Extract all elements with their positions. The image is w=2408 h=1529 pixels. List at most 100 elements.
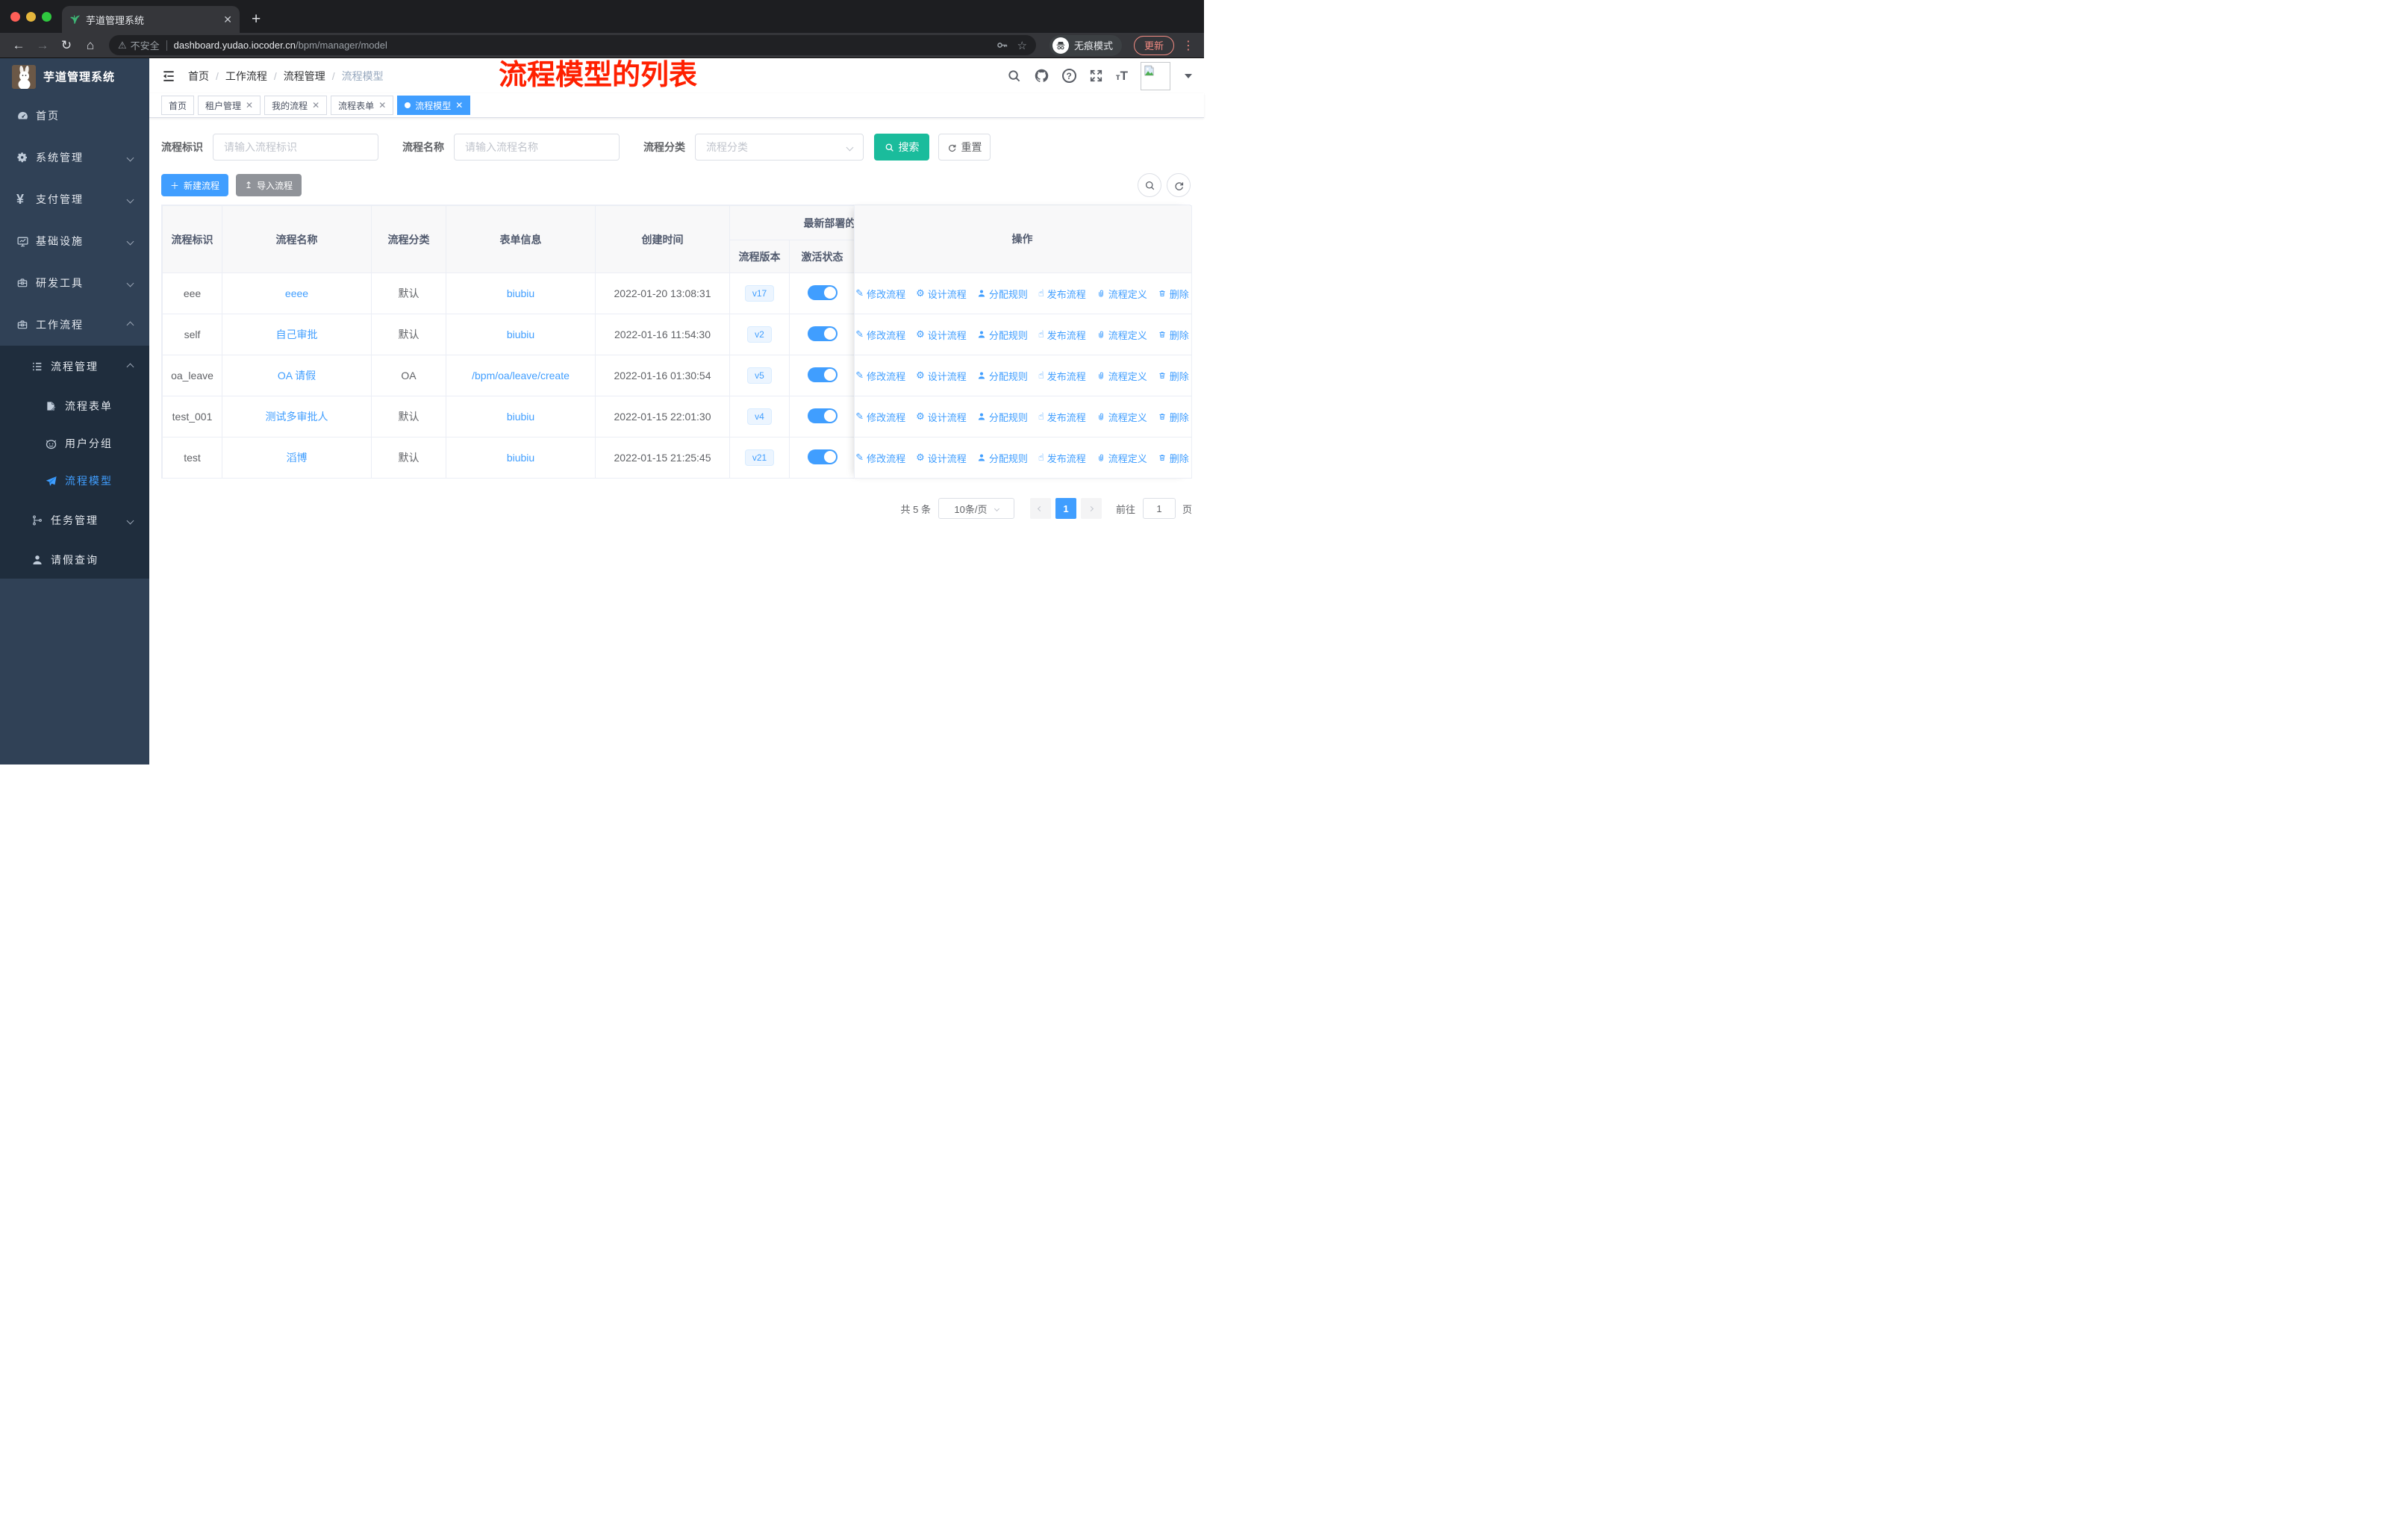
version-tag[interactable]: v4 [747,408,772,425]
close-window-button[interactable] [10,11,20,22]
goto-page-input[interactable] [1142,498,1176,519]
sidebar-item-user-group[interactable]: 用户分组 [0,425,149,462]
tag-process-model[interactable]: 流程模型 ✕ [397,96,471,115]
version-tag[interactable]: v17 [744,285,775,302]
design-process-link[interactable]: ⚙ 设计流程 [916,410,967,424]
edit-process-link[interactable]: ✎ 修改流程 [855,328,905,342]
active-toggle[interactable] [807,408,838,423]
search-icon[interactable] [1007,69,1021,83]
filter-name-input[interactable] [454,134,620,161]
breadcrumb-process-management[interactable]: 流程管理 [284,69,325,84]
publish-process-link[interactable]: ☝ 发布流程 [1038,287,1086,301]
refresh-table-button[interactable] [1167,173,1191,197]
design-process-link[interactable]: ⚙ 设计流程 [916,451,967,465]
breadcrumb-workflow[interactable]: 工作流程 [225,69,267,84]
process-definition-link[interactable]: 流程定义 [1097,287,1147,301]
process-definition-link[interactable]: 流程定义 [1097,328,1147,342]
form-info-link[interactable]: biubiu [507,452,534,464]
reset-button[interactable]: 重置 [938,134,991,161]
edit-process-link[interactable]: ✎ 修改流程 [855,451,905,465]
bookmark-star-icon[interactable]: ☆ [1017,39,1027,52]
tag-close-icon[interactable]: ✕ [378,100,386,110]
delete-link[interactable]: 删除 [1158,328,1189,342]
process-name-link[interactable]: eeee [285,287,308,299]
publish-process-link[interactable]: ☝ 发布流程 [1038,328,1086,342]
edit-process-link[interactable]: ✎ 修改流程 [855,287,905,301]
address-bar[interactable]: ⚠ 不安全 dashboard.yudao.iocoder.cn/bpm/man… [109,35,1036,55]
tag-home[interactable]: 首页 [161,96,195,115]
reload-icon[interactable]: ↻ [57,38,76,53]
form-info-link[interactable]: biubiu [507,411,534,423]
fullscreen-icon[interactable] [1089,69,1103,83]
assign-rule-link[interactable]: 分配规则 [977,287,1028,301]
tag-close-icon[interactable]: ✕ [312,100,319,110]
page-size-select[interactable]: 10条/页 [938,498,1014,519]
search-button[interactable]: 搜索 [874,134,929,161]
filter-category-select[interactable]: 流程分类 [695,134,864,161]
tab-close-icon[interactable]: ✕ [223,13,232,26]
edit-process-link[interactable]: ✎ 修改流程 [855,410,905,424]
sidebar-collapse-icon[interactable] [161,69,176,84]
design-process-link[interactable]: ⚙ 设计流程 [916,287,967,301]
form-info-link[interactable]: biubiu [507,287,534,299]
publish-process-link[interactable]: ☝ 发布流程 [1038,410,1086,424]
publish-process-link[interactable]: ☝ 发布流程 [1038,369,1086,383]
new-tab-button[interactable]: + [252,10,261,28]
assign-rule-link[interactable]: 分配规则 [977,369,1028,383]
import-process-button[interactable]: ↥ 导入流程 [236,174,302,196]
browser-tab[interactable]: 芋道管理系统 ✕ [62,6,240,33]
delete-link[interactable]: 删除 [1158,410,1189,424]
delete-link[interactable]: 删除 [1158,451,1189,465]
sidebar-item-infrastructure[interactable]: 基础设施 [0,220,149,262]
home-icon[interactable]: ⌂ [81,38,100,53]
assign-rule-link[interactable]: 分配规则 [977,328,1028,342]
next-page-button[interactable] [1080,498,1102,519]
assign-rule-link[interactable]: 分配规则 [977,451,1028,465]
process-name-link[interactable]: 滔博 [287,452,308,464]
sidebar-item-leave-query[interactable]: 请假查询 [0,541,149,579]
active-toggle[interactable] [807,449,838,464]
process-name-link[interactable]: OA 请假 [278,370,316,382]
zoom-window-button[interactable] [42,11,52,22]
tag-close-icon[interactable]: ✕ [455,100,463,110]
browser-menu-icon[interactable]: ⋮ [1182,38,1195,53]
current-page-button[interactable]: 1 [1055,498,1076,519]
version-tag[interactable]: v2 [747,326,772,343]
show-search-toggle-button[interactable] [1138,173,1161,197]
prev-page-button[interactable] [1029,498,1051,519]
form-info-link[interactable]: biubiu [507,328,534,340]
tag-process-form[interactable]: 流程表单 ✕ [331,96,394,115]
active-toggle[interactable] [807,367,838,382]
help-icon[interactable]: ? [1061,69,1076,83]
update-button[interactable]: 更新 [1133,35,1174,55]
back-icon[interactable]: ← [9,38,28,53]
active-toggle[interactable] [807,326,838,341]
sidebar-item-payment[interactable]: ¥ 支付管理 [0,178,149,220]
sidebar-item-home[interactable]: 首页 [0,95,149,137]
password-key-icon[interactable] [996,39,1008,52]
design-process-link[interactable]: ⚙ 设计流程 [916,328,967,342]
breadcrumb-home[interactable]: 首页 [188,69,209,84]
version-tag[interactable]: v5 [747,367,772,384]
tag-my-process[interactable]: 我的流程 ✕ [264,96,328,115]
assign-rule-link[interactable]: 分配规则 [977,410,1028,424]
process-name-link[interactable]: 自己审批 [276,328,318,340]
github-icon[interactable] [1034,68,1049,84]
active-toggle[interactable] [807,284,838,300]
process-definition-link[interactable]: 流程定义 [1097,451,1147,465]
publish-process-link[interactable]: ☝ 发布流程 [1038,451,1086,465]
sidebar-item-process-form[interactable]: 流程表单 [0,387,149,425]
edit-process-link[interactable]: ✎ 修改流程 [855,369,905,383]
sidebar-item-process-management[interactable]: 流程管理 [0,346,149,387]
process-name-link[interactable]: 测试多审批人 [266,411,328,423]
minimize-window-button[interactable] [26,11,36,22]
form-info-link[interactable]: /bpm/oa/leave/create [472,370,570,382]
process-definition-link[interactable]: 流程定义 [1097,369,1147,383]
font-size-icon[interactable]: тT [1116,69,1128,84]
forward-icon[interactable]: → [33,38,52,53]
avatar-caret-icon[interactable] [1185,73,1192,78]
sidebar-item-process-model[interactable]: 流程模型 [0,462,149,499]
sidebar-item-system[interactable]: 系统管理 [0,137,149,178]
delete-link[interactable]: 删除 [1158,287,1189,301]
delete-link[interactable]: 删除 [1158,369,1189,383]
